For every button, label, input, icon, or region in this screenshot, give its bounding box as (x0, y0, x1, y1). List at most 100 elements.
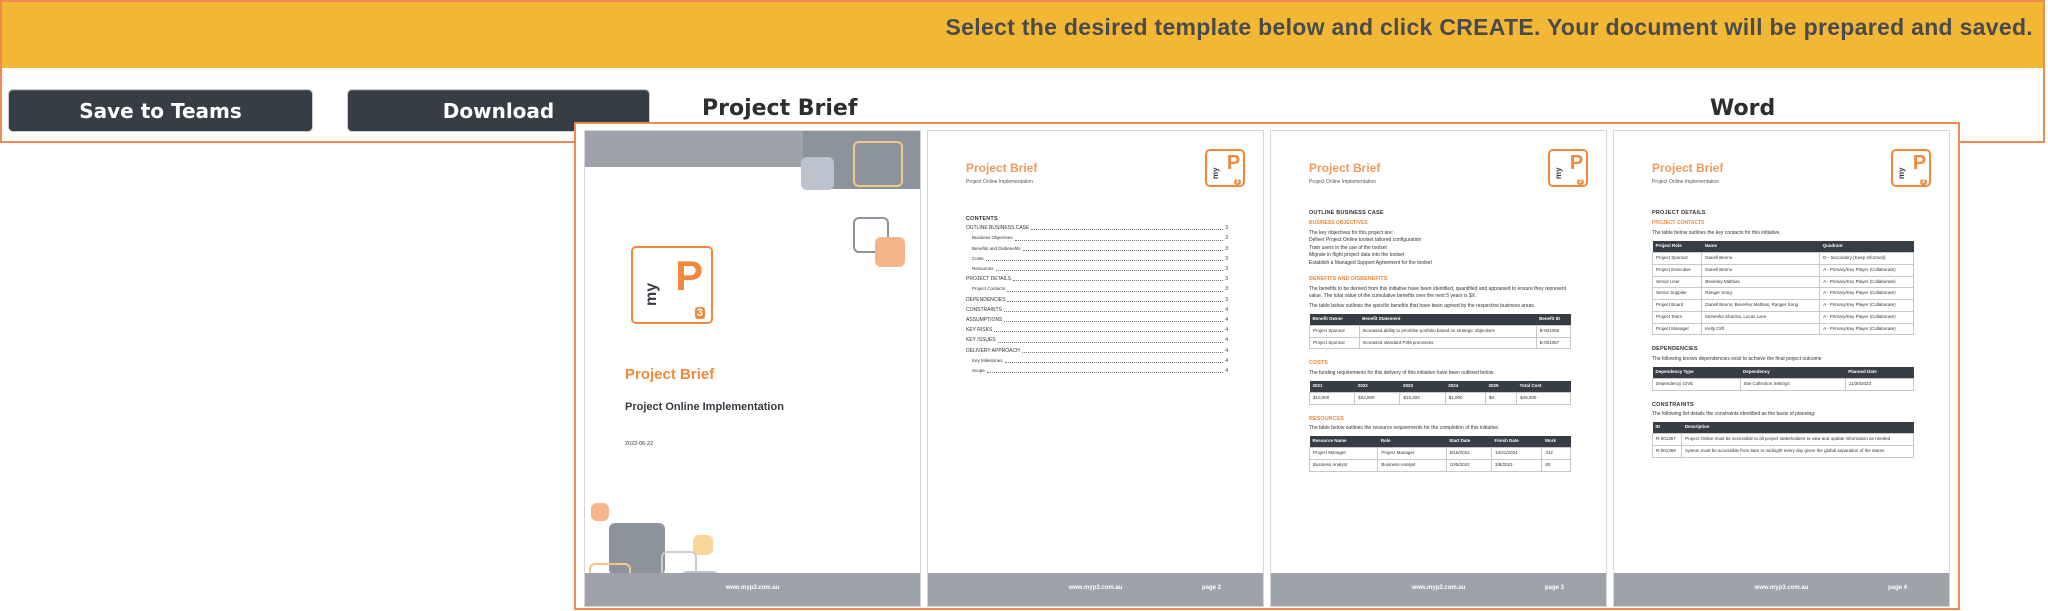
column-header: Name (1701, 241, 1820, 253)
template-type: Word (1710, 96, 1776, 121)
page-footer: www.myp3.com.au page 4 (1614, 573, 1949, 606)
table-header-row: Resource Name Role Start Date Finish Date Wo… (1309, 436, 1571, 448)
table-cell: A - Primary/Key Player (Collaborate) (1819, 275, 1914, 289)
section-heading: CONSTRAINTS (1652, 401, 1694, 408)
table-header-row: Benefit Owner Benefit Statement Benefit ID (1309, 314, 1571, 326)
table-cell: 10/5/2022 (1445, 458, 1493, 472)
column-header: Role (1377, 436, 1447, 448)
toc-list: OUTLINE BUSINESS CASE 3 Business Objective… (966, 223, 1228, 376)
table-row: Project Team Monesha Sharma, Lucas Lace A … (1651, 310, 1914, 324)
resources-table: Resource Name Role Start Date Finish Date Wo… (1308, 436, 1571, 472)
page-subtitle: Project Online Implementation (1309, 179, 1376, 185)
table-cell: 10/21/2024 (1491, 447, 1543, 460)
table-cell: B-001057 (1535, 336, 1572, 350)
table-row: Project Board Danell Benns, Beverley Math… (1651, 299, 1914, 312)
business-case-body: OUTLINE BUSINESS CASE BUSINESS OBJECTIVE… (1308, 203, 1572, 472)
table-cell: Business Analyst (1308, 458, 1379, 472)
table-cell: A - Primary/Key Player (Collaborate) (1819, 263, 1914, 277)
table-cell: Monesha Sharma, Lucas Lace (1701, 310, 1821, 324)
project-details-body: PROJECT DETAILS PROJECT CONTACTS The tab… (1651, 203, 1915, 458)
toc-entry: Benefits and Disbenefits 3 (972, 245, 1228, 252)
column-header: Resource Name (1309, 436, 1378, 448)
column-header: Benefit ID (1536, 314, 1571, 326)
table-cell: $49,000 (1516, 391, 1571, 405)
table-row: Project Executive Danell Benns A - Primary… (1651, 263, 1914, 277)
save-to-teams-button[interactable]: Save to Teams (8, 89, 313, 132)
column-header: ID (1652, 422, 1682, 434)
toc-entry: CONSTRAINTS 4 (966, 306, 1228, 313)
benefits-table: Benefit Owner Benefit Statement Benefit ID… (1309, 314, 1572, 350)
table-cell: 11/30/2023 (1844, 377, 1915, 391)
subsection-heading: BUSINESS OBJECTIVES (1309, 220, 1368, 227)
decor-square (875, 237, 905, 267)
table-row: $10,000 $22,800 $15,200 $1,000 $0 $49,000 (1308, 391, 1571, 405)
table-cell: Kelly Clift (1701, 322, 1821, 336)
subsection-heading: COSTS (1309, 360, 1328, 367)
cover-subtitle: Project Online Implementation (625, 401, 784, 413)
footer-url: www.myp3.com.au (725, 585, 780, 591)
table-cell: Project Sponsor (1651, 252, 1703, 265)
table-cell: $22,800 (1354, 391, 1401, 405)
contacts-table: Project Role Name Quadrant Project Sponsor D… (1651, 241, 1914, 336)
footer-page-number: page 4 (1887, 585, 1907, 591)
subsection-heading: RESOURCES (1309, 415, 1344, 422)
table-cell: system must be accessible from 5am to mi… (1681, 444, 1914, 458)
table-cell: A - Primary/Key Player (Collaborate) (1819, 322, 1914, 336)
table-cell: Project Team (1651, 310, 1703, 324)
column-header: Work (1541, 436, 1571, 448)
cover-title: Project Brief (625, 366, 715, 383)
myp3-logo: my P 3 (1891, 149, 1931, 187)
toc-entry: Resources 3 (972, 266, 1228, 273)
toc-entry: Scope 4 (972, 368, 1228, 375)
toc-entry: Project Contacts 3 (972, 286, 1228, 293)
paragraph: The benefits to be derived from this ini… (1309, 285, 1567, 300)
table-cell: R-001368 (1651, 444, 1683, 458)
table-cell: Project Board (1651, 299, 1703, 312)
table-cell: Project Online must be accessible to all… (1681, 433, 1914, 446)
table-cell: 312 (1541, 447, 1571, 460)
table-cell: 3/8/2023 (1491, 458, 1543, 472)
page-footer: www.myp3.com.au page 3 (1271, 573, 1606, 606)
table-cell: 80 (1541, 458, 1571, 472)
toc-entry: OUTLINE BUSINESS CASE 3 (966, 225, 1228, 232)
column-header: 2025 (1485, 381, 1517, 393)
table-row: Project Manager Kelly Clift A - Primary/Ke… (1651, 322, 1914, 336)
paragraph: The following known dependencies exist t… (1652, 355, 1822, 362)
table-cell: Project Manager (1377, 447, 1447, 460)
column-header: Quadrant (1819, 241, 1914, 253)
document-preview[interactable]: my P 3 Project Brief Project Online Impl… (574, 122, 1960, 610)
paragraph: The table below outlines the key contact… (1652, 229, 1781, 236)
column-header: Dependency Type (1652, 367, 1740, 379)
table-cell: Danell Benns (1701, 263, 1821, 277)
template-selector: Select the desired template below and cl… (0, 0, 2048, 611)
constraints-table: ID Description R-001367 Project Online must… (1651, 422, 1914, 458)
page-subtitle: Project Online Implementation (966, 179, 1033, 185)
table-cell: A - Primary/Key Player (Collaborate) (1819, 299, 1914, 312)
page-subtitle: Project Online Implementation (1652, 179, 1719, 185)
table-cell: A - Primary/Key Player (Collaborate) (1819, 310, 1914, 324)
column-header: 2022 (1354, 381, 1400, 393)
contents-page: Project Brief Project Online Implementat… (927, 130, 1264, 607)
toc-entry: ASSUMPTIONS 4 (966, 317, 1228, 324)
paragraph: The key objectives for this project are: (1309, 229, 1394, 236)
page-title: Project Brief (966, 161, 1038, 175)
column-header: 2024 (1445, 381, 1486, 393)
table-cell: Ranger Song (1701, 287, 1821, 300)
dependencies-table: Dependency Type Dependency Planned Date Dep… (1652, 367, 1915, 391)
cover-date: 2023-06-22 (625, 441, 654, 447)
table-row: Senior User Beverley Mathias A - Primary/K… (1651, 275, 1914, 289)
section-heading: DEPENDENCIES (1652, 346, 1698, 353)
column-header: Benefit Owner (1309, 314, 1360, 326)
section-heading: PROJECT DETAILS (1652, 210, 1706, 216)
myp3-logo: my P 3 (1205, 149, 1245, 187)
template-name: Project Brief (702, 96, 858, 121)
table-header-row: Dependency Type Dependency Planned Date (1652, 367, 1914, 379)
column-header: Finish Date (1491, 436, 1542, 448)
toc-entry: Costs 3 (972, 255, 1228, 262)
footer-page-number: page 2 (1201, 585, 1221, 591)
table-header-row: 2021 2022 2023 2024 2025 Total Cost (1309, 381, 1571, 393)
table-cell: Beverley Mathias (1701, 275, 1821, 289)
myp3-logo: my P 3 (1548, 149, 1588, 187)
toc-entry: DEPENDENCIES 3 (966, 296, 1228, 303)
project-details-page: Project Brief Project Online Implementat… (1613, 130, 1950, 607)
